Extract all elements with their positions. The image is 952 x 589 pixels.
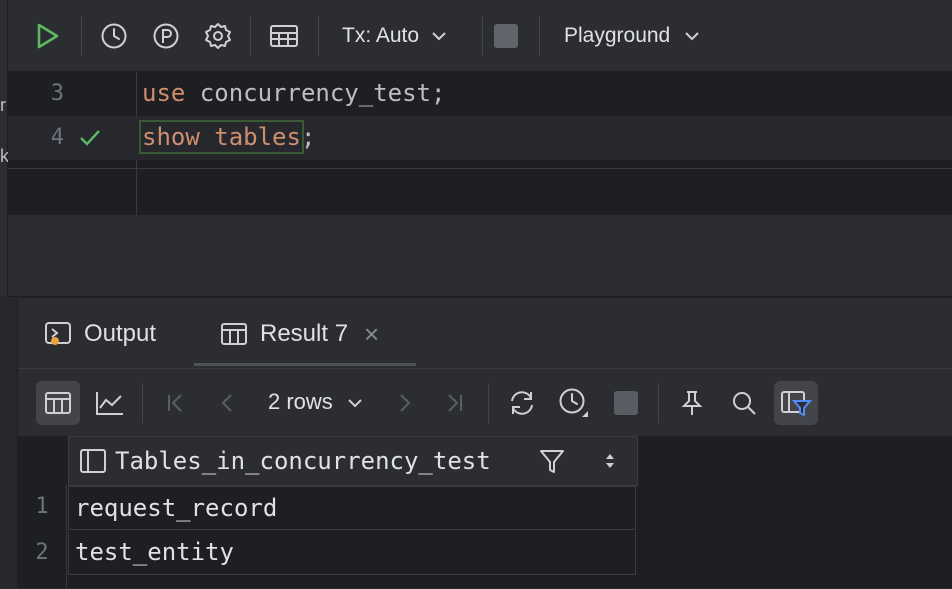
chart-icon [96,392,123,415]
first-page-button[interactable] [154,381,198,425]
sort-icon[interactable] [603,451,617,471]
active-tab-indicator [194,363,416,366]
tab-result-7[interactable]: Result 7 × [220,314,379,354]
toolbar-separator [539,16,540,56]
results-grid: Tables_in_concurrency_test 1 request_rec… [18,436,952,588]
settings-icon [205,23,231,49]
table-view-icon [270,25,298,47]
chevron-left-icon [221,394,232,412]
console-icon [45,322,71,345]
check-icon [80,130,100,146]
session-label: Playground [564,24,671,47]
chevron-right-icon [400,394,411,412]
code-keyword: use [142,79,186,107]
tab-label: Result 7 [260,320,349,347]
auto-refresh-button[interactable] [552,381,596,425]
row-number: 2 [35,540,49,565]
panel-left-strip [0,297,18,588]
history-icon [101,23,127,49]
settings-button[interactable] [200,18,236,54]
toolbar-separator [142,383,143,423]
refresh-icon [511,391,533,415]
close-icon[interactable]: × [364,319,379,350]
session-dropdown[interactable]: Playground [564,24,700,48]
line-number: 3 [50,81,64,106]
code-text: ; [300,123,316,151]
run-button[interactable] [30,18,66,54]
code-line: use concurrency_test; [142,79,445,107]
tx-mode-dropdown[interactable]: Tx: Auto [342,24,447,48]
stop-icon [614,391,638,415]
explain-plan-icon [153,23,179,49]
chevron-down-icon [348,399,362,408]
grid-view-button[interactable] [36,381,80,425]
next-page-button[interactable] [382,381,426,425]
table-cell[interactable]: request_record [68,486,636,530]
filter-icon[interactable] [539,448,565,474]
editor-line-current: 4 show tables; [8,116,952,160]
last-page-button[interactable] [432,381,476,425]
chart-view-button[interactable] [88,381,132,425]
toolbar-separator [658,383,659,423]
code-line: show tables; [139,120,316,154]
tab-output[interactable]: Output [44,314,156,354]
last-page-icon [448,394,462,412]
filter-toggle-button[interactable] [774,381,818,425]
pin-tab-button[interactable] [670,381,714,425]
results-toolbar: 2 rows [18,368,952,437]
tx-mode-label: Tx: Auto [342,24,420,47]
code-text: concurrency_test; [185,79,446,107]
toolbar-separator [81,16,82,56]
search-icon [733,392,756,415]
chevron-down-icon [685,32,699,41]
clock-icon [559,388,588,417]
pin-icon [681,391,703,415]
line-number: 4 [50,125,64,150]
toolbar-separator [482,16,483,56]
sql-editor[interactable]: 3 use concurrency_test; 4 show tables; [8,72,952,215]
editor-divider [8,168,952,169]
code-keyword: show tables [139,120,304,154]
panel-splitter-area [8,215,952,296]
row-number: 1 [35,494,49,519]
left-fragment: r [0,95,6,115]
table-icon [221,323,247,345]
run-icon [37,23,59,49]
row-number-divider [66,484,67,588]
previous-page-button[interactable] [206,381,250,425]
toolbar-separator [318,16,319,56]
chevron-down-icon [432,32,446,41]
toolbar-separator [488,383,489,423]
column-header-label: Tables_in_concurrency_test [115,447,491,475]
search-button[interactable] [722,381,766,425]
table-cell[interactable]: test_entity [68,531,636,575]
stop-icon [494,24,518,48]
rows-count: 2 rows [268,389,333,414]
toolbar-separator [250,16,251,56]
history-button[interactable] [96,18,132,54]
editor-line: 3 use concurrency_test; [8,72,952,116]
editor-toolbar: Tx: Auto Playground [8,0,952,72]
column-icon [80,449,106,473]
table-view-button[interactable] [266,18,302,54]
grid-icon [45,392,71,414]
explain-plan-button[interactable] [148,18,184,54]
stop-button[interactable] [488,18,524,54]
tab-label: Output [84,320,157,347]
first-page-icon [168,394,182,412]
filter-icon [781,391,812,417]
page-size-dropdown[interactable]: 2 rows [268,389,363,415]
column-header[interactable]: Tables_in_concurrency_test [68,436,638,486]
cancel-query-button[interactable] [604,381,648,425]
refresh-button[interactable] [500,381,544,425]
